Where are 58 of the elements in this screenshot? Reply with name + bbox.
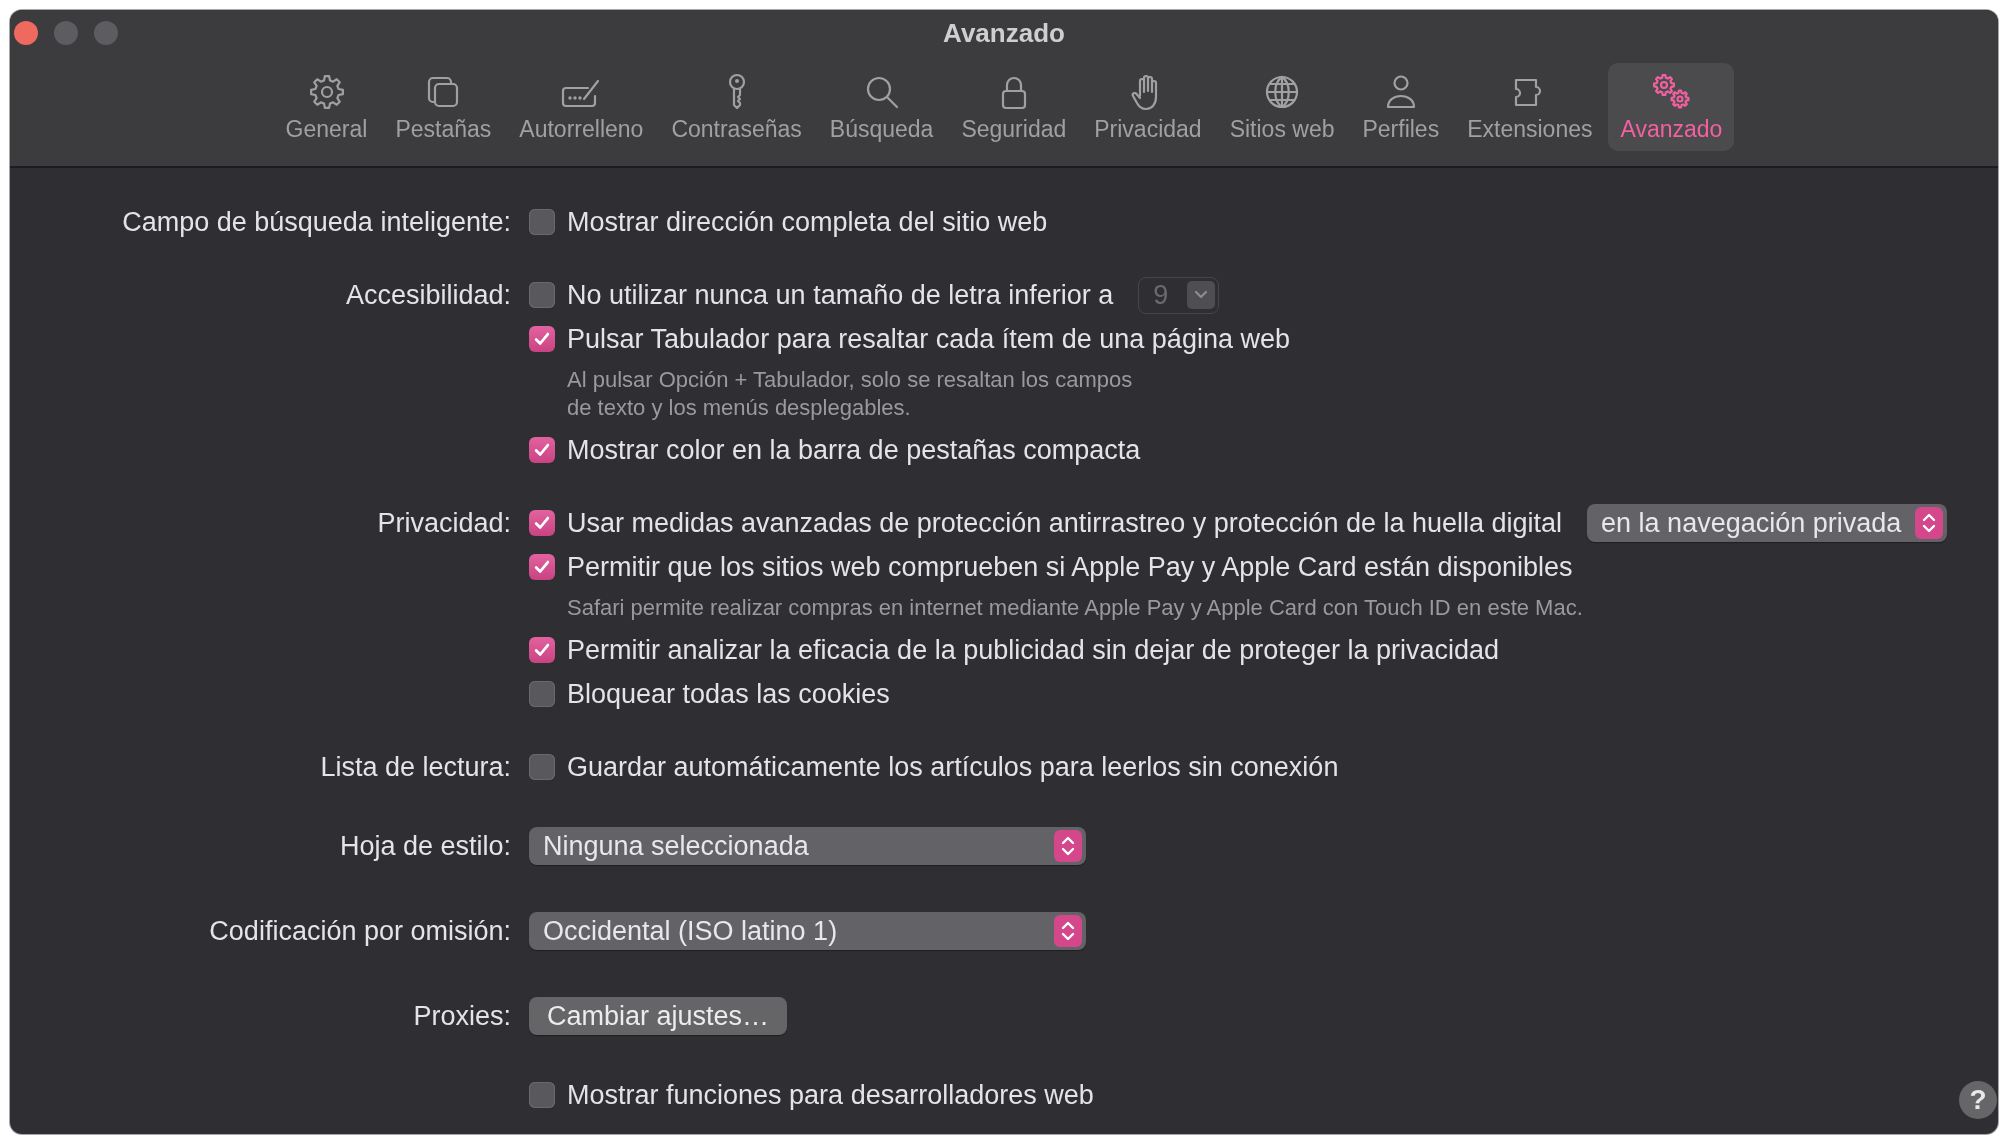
popup-button[interactable]: Occidental (ISO latino 1)	[529, 912, 1086, 950]
popup-button[interactable]: en la navegación privada	[1587, 504, 1948, 542]
window-title: Avanzado	[943, 17, 1065, 49]
minimize-button[interactable]	[54, 21, 78, 45]
toolbar-tab[interactable]: Sitios web	[1217, 63, 1347, 151]
checkbox[interactable]	[529, 510, 555, 536]
checkbox-label: Mostrar dirección completa del sitio web	[567, 206, 1048, 238]
toolbar-tab[interactable]: Avanzado	[1608, 63, 1735, 151]
checkbox-label: Usar medidas avanzadas de protección antirrastreo y protección de la huella digital	[567, 507, 1563, 539]
checkmark-icon	[533, 641, 551, 659]
checkbox[interactable]	[529, 637, 555, 663]
up-down-chevron-icon	[1054, 915, 1082, 947]
checkbox[interactable]	[529, 282, 555, 308]
checkbox[interactable]	[529, 326, 555, 352]
setting-label: Codificación por omisión:	[209, 915, 511, 947]
toolbar-tab[interactable]: Autorrelleno	[507, 63, 656, 151]
checkmark-icon	[533, 514, 551, 532]
toolbar-tab[interactable]: Búsqueda	[817, 63, 946, 151]
checkbox-label: Permitir que los sitios web comprueben si Apple Pay y Apple Card están disponibles	[567, 551, 1573, 583]
hint-text: Al pulsar Opción + Tabulador, solo se resaltan los campos de texto y los menús desplegables.	[567, 366, 1133, 422]
checkmark-icon	[533, 330, 551, 348]
setting-label: Lista de lectura:	[320, 751, 511, 783]
toolbar-tab[interactable]: Perfiles	[1350, 63, 1452, 151]
checkbox-label: Permitir analizar la eficacia de la publicidad sin dejar de proteger la privacidad	[567, 634, 1499, 666]
toolbar-tab[interactable]: Extensiones	[1455, 63, 1605, 151]
popup-button[interactable]: Ninguna seleccionada	[529, 827, 1086, 865]
up-down-chevron-icon	[1054, 830, 1082, 862]
setting-label: Campo de búsqueda inteligente:	[122, 206, 511, 238]
checkbox[interactable]	[529, 209, 555, 235]
checkmark-icon	[533, 441, 551, 459]
checkbox-label: Guardar automáticamente los artículos para leerlos sin conexión	[567, 751, 1339, 783]
help-button[interactable]: ?	[1959, 1081, 1997, 1119]
zoom-button[interactable]	[94, 21, 118, 45]
up-down-chevron-icon	[1915, 507, 1944, 539]
setting-label: Proxies:	[413, 1000, 511, 1032]
toolbar-tab[interactable]: Pestañas	[383, 63, 504, 151]
checkbox-label: Mostrar color en la barra de pestañas compacta	[567, 434, 1141, 466]
toolbar-tab[interactable]: Contraseñas	[659, 63, 814, 151]
toolbar-tab[interactable]: Seguridad	[949, 63, 1079, 151]
checkbox[interactable]	[529, 681, 555, 707]
checkbox[interactable]	[529, 754, 555, 780]
checkmark-icon	[533, 558, 551, 576]
toolbar-tab[interactable]: General	[273, 63, 380, 151]
checkbox-label: Mostrar funciones para desarrolladores web	[567, 1079, 1094, 1111]
hint-text: Safari permite realizar compras en internet mediante Apple Pay y Apple Card con Touch ID en este Mac.	[567, 594, 1583, 622]
setting-label: Accesibilidad:	[345, 279, 511, 311]
checkbox[interactable]	[529, 437, 555, 463]
checkbox-label: No utilizar nunca un tamaño de letra inferior a	[567, 279, 1114, 311]
checkbox[interactable]	[529, 554, 555, 580]
setting-label: Privacidad:	[377, 507, 511, 539]
checkbox[interactable]	[529, 1082, 555, 1108]
setting-label: Hoja de estilo:	[339, 830, 511, 862]
checkbox-label: Bloquear todas las cookies	[567, 678, 890, 710]
checkbox-label: Pulsar Tabulador para resaltar cada ítem de una página web	[567, 323, 1290, 355]
toolbar-tab[interactable]: Privacidad	[1082, 63, 1214, 151]
close-button[interactable]	[14, 21, 38, 45]
chevron-down-icon	[1187, 281, 1216, 309]
push-button[interactable]: Cambiar ajustes…	[529, 997, 788, 1035]
